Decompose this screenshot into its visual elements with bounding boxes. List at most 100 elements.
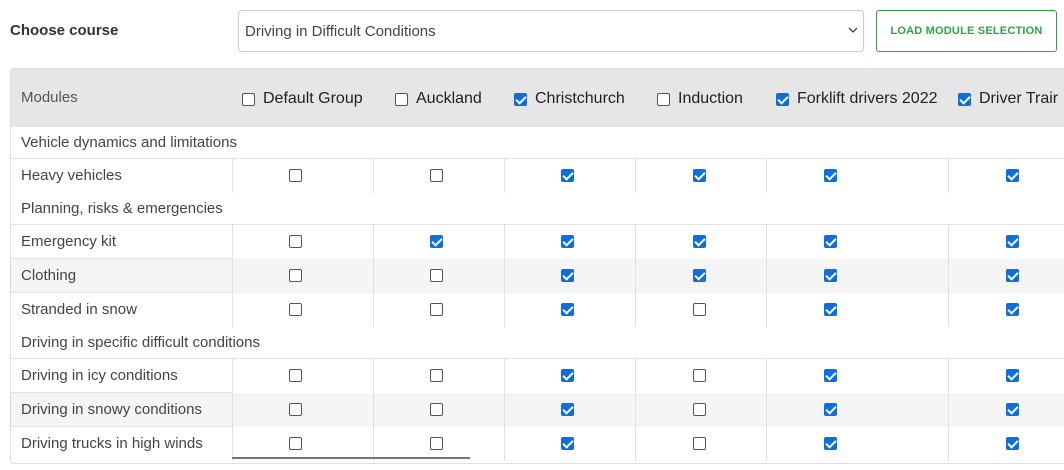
module-group-checkbox[interactable] bbox=[1006, 303, 1019, 316]
group-header[interactable]: Driver Trair bbox=[958, 89, 1058, 109]
module-group-cell[interactable] bbox=[430, 403, 443, 421]
module-group-checkbox[interactable] bbox=[824, 235, 837, 248]
module-group-checkbox[interactable] bbox=[561, 403, 574, 416]
group-select-checkbox[interactable] bbox=[657, 92, 670, 106]
module-group-cell[interactable] bbox=[1006, 437, 1019, 455]
module-group-cell[interactable] bbox=[561, 169, 574, 187]
group-header[interactable]: Forklift drivers 2022 bbox=[776, 89, 938, 109]
module-group-checkbox[interactable] bbox=[824, 437, 837, 450]
module-group-checkbox[interactable] bbox=[1006, 269, 1019, 282]
module-group-checkbox[interactable] bbox=[430, 169, 443, 182]
module-group-checkbox[interactable] bbox=[693, 437, 706, 450]
module-group-checkbox[interactable] bbox=[693, 169, 706, 182]
module-group-checkbox[interactable] bbox=[561, 269, 574, 282]
module-group-cell[interactable] bbox=[430, 235, 443, 253]
group-select-checkbox[interactable] bbox=[776, 92, 789, 106]
module-group-checkbox[interactable] bbox=[824, 369, 837, 382]
module-group-cell[interactable] bbox=[693, 403, 706, 421]
group-header[interactable]: Christchurch bbox=[514, 89, 625, 109]
module-group-checkbox[interactable] bbox=[693, 403, 706, 416]
module-group-checkbox[interactable] bbox=[824, 403, 837, 416]
table-row: Driving in icy conditions bbox=[11, 359, 1064, 393]
module-group-cell[interactable] bbox=[693, 269, 706, 287]
load-module-selection-button[interactable]: LOAD MODULE SELECTION bbox=[876, 10, 1057, 52]
module-group-cell[interactable] bbox=[824, 169, 837, 187]
group-select-checkbox[interactable] bbox=[958, 92, 971, 106]
module-group-cell[interactable] bbox=[693, 235, 706, 253]
module-group-checkbox[interactable] bbox=[824, 269, 837, 282]
module-group-cell[interactable] bbox=[561, 269, 574, 287]
group-header[interactable]: Auckland bbox=[395, 89, 482, 109]
course-select[interactable]: Driving in Difficult Conditions bbox=[238, 10, 864, 52]
group-select-checkbox[interactable] bbox=[242, 92, 255, 106]
horizontal-scrollbar[interactable] bbox=[232, 457, 470, 459]
module-group-checkbox[interactable] bbox=[289, 437, 302, 450]
module-group-cell[interactable] bbox=[289, 369, 302, 387]
module-group-checkbox[interactable] bbox=[1006, 235, 1019, 248]
module-group-cell[interactable] bbox=[1006, 169, 1019, 187]
module-group-cell[interactable] bbox=[289, 303, 302, 321]
group-header[interactable]: Induction bbox=[657, 89, 743, 109]
module-group-checkbox[interactable] bbox=[693, 369, 706, 382]
module-group-cell[interactable] bbox=[561, 303, 574, 321]
module-group-cell[interactable] bbox=[289, 235, 302, 253]
module-group-checkbox[interactable] bbox=[430, 235, 443, 248]
module-group-checkbox[interactable] bbox=[693, 235, 706, 248]
module-group-checkbox[interactable] bbox=[561, 235, 574, 248]
module-group-checkbox[interactable] bbox=[561, 437, 574, 450]
module-group-checkbox[interactable] bbox=[430, 437, 443, 450]
module-group-checkbox[interactable] bbox=[824, 169, 837, 182]
module-group-cell[interactable] bbox=[430, 437, 443, 455]
module-group-cell[interactable] bbox=[824, 269, 837, 287]
module-group-cell[interactable] bbox=[430, 303, 443, 321]
module-group-checkbox[interactable] bbox=[693, 269, 706, 282]
module-group-checkbox[interactable] bbox=[1006, 403, 1019, 416]
module-group-checkbox[interactable] bbox=[430, 303, 443, 316]
module-group-cell[interactable] bbox=[561, 437, 574, 455]
module-group-cell[interactable] bbox=[289, 169, 302, 187]
module-group-cell[interactable] bbox=[430, 169, 443, 187]
module-group-checkbox[interactable] bbox=[824, 303, 837, 316]
module-group-cell[interactable] bbox=[430, 269, 443, 287]
module-group-cell[interactable] bbox=[1006, 403, 1019, 421]
module-group-checkbox[interactable] bbox=[289, 369, 302, 382]
module-group-checkbox[interactable] bbox=[1006, 169, 1019, 182]
module-group-checkbox[interactable] bbox=[430, 403, 443, 416]
module-group-cell[interactable] bbox=[824, 369, 837, 387]
module-group-checkbox[interactable] bbox=[289, 269, 302, 282]
group-select-checkbox[interactable] bbox=[395, 92, 408, 106]
module-group-cell[interactable] bbox=[824, 235, 837, 253]
module-group-checkbox[interactable] bbox=[561, 169, 574, 182]
module-group-cell[interactable] bbox=[1006, 235, 1019, 253]
group-select-checkbox[interactable] bbox=[514, 92, 527, 106]
module-group-cell[interactable] bbox=[1006, 269, 1019, 287]
module-group-cell[interactable] bbox=[289, 403, 302, 421]
module-group-checkbox[interactable] bbox=[693, 303, 706, 316]
module-group-cell[interactable] bbox=[561, 403, 574, 421]
group-header[interactable]: Default Group bbox=[242, 89, 363, 109]
module-group-checkbox[interactable] bbox=[430, 269, 443, 282]
module-group-cell[interactable] bbox=[693, 369, 706, 387]
module-group-cell[interactable] bbox=[693, 169, 706, 187]
module-group-checkbox[interactable] bbox=[289, 403, 302, 416]
module-group-cell[interactable] bbox=[1006, 303, 1019, 321]
module-group-cell[interactable] bbox=[289, 269, 302, 287]
module-group-checkbox[interactable] bbox=[289, 303, 302, 316]
module-group-cell[interactable] bbox=[289, 437, 302, 455]
module-group-cell[interactable] bbox=[824, 403, 837, 421]
module-group-cell[interactable] bbox=[1006, 369, 1019, 387]
module-group-cell[interactable] bbox=[561, 369, 574, 387]
module-group-cell[interactable] bbox=[561, 235, 574, 253]
module-group-checkbox[interactable] bbox=[289, 169, 302, 182]
module-group-checkbox[interactable] bbox=[430, 369, 443, 382]
module-group-cell[interactable] bbox=[824, 437, 837, 455]
module-group-checkbox[interactable] bbox=[561, 303, 574, 316]
module-group-cell[interactable] bbox=[824, 303, 837, 321]
module-group-cell[interactable] bbox=[693, 437, 706, 455]
module-group-cell[interactable] bbox=[693, 303, 706, 321]
module-group-checkbox[interactable] bbox=[1006, 437, 1019, 450]
module-group-checkbox[interactable] bbox=[1006, 369, 1019, 382]
module-group-cell[interactable] bbox=[430, 369, 443, 387]
module-group-checkbox[interactable] bbox=[561, 369, 574, 382]
module-group-checkbox[interactable] bbox=[289, 235, 302, 248]
